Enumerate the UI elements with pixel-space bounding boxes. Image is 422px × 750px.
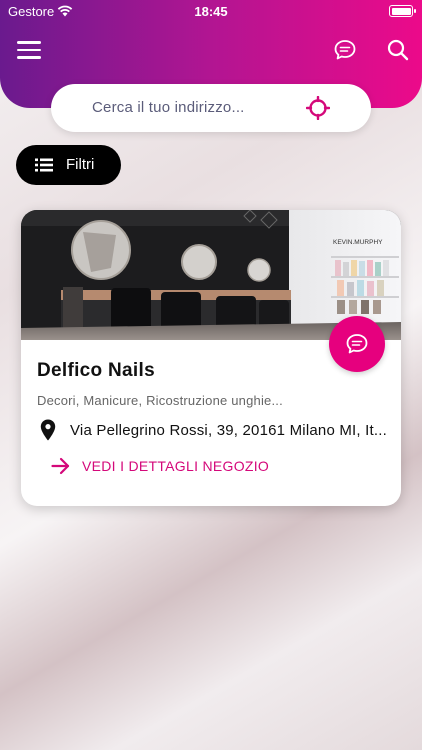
chat-bubble-icon <box>346 334 368 354</box>
photo-sign: KEVIN.MURPHY <box>333 239 383 246</box>
location-target-icon[interactable] <box>306 96 330 120</box>
list-icon <box>35 158 53 172</box>
battery-icon <box>389 5 416 17</box>
view-details-label: VEDI I DETTAGLI NEGOZIO <box>82 458 270 474</box>
shop-chat-button[interactable] <box>329 316 385 372</box>
address-search-bar[interactable]: Cerca il tuo indirizzo... <box>51 84 371 132</box>
filters-label: Filtri <box>66 156 95 173</box>
shop-categories: Decori, Manicure, Ricostruzione unghie..… <box>37 393 283 408</box>
status-bar: Gestore 18:45 <box>0 0 422 24</box>
shop-name: Delfico Nails <box>37 360 155 381</box>
shop-address: Via Pellegrino Rossi, 39, 20161 Milano M… <box>70 422 387 439</box>
shop-card[interactable]: KEVIN.MURPHY Delfico Nails Decori, Manic… <box>21 210 401 506</box>
search-icon[interactable] <box>386 38 410 62</box>
arrow-right-icon <box>51 457 70 475</box>
search-input[interactable]: Cerca il tuo indirizzo... <box>92 99 245 116</box>
clock: 18:45 <box>194 4 228 19</box>
chat-bubble-icon[interactable] <box>333 38 357 62</box>
filters-button[interactable]: Filtri <box>16 145 121 185</box>
menu-button[interactable] <box>17 41 41 59</box>
location-pin-icon <box>40 419 56 441</box>
